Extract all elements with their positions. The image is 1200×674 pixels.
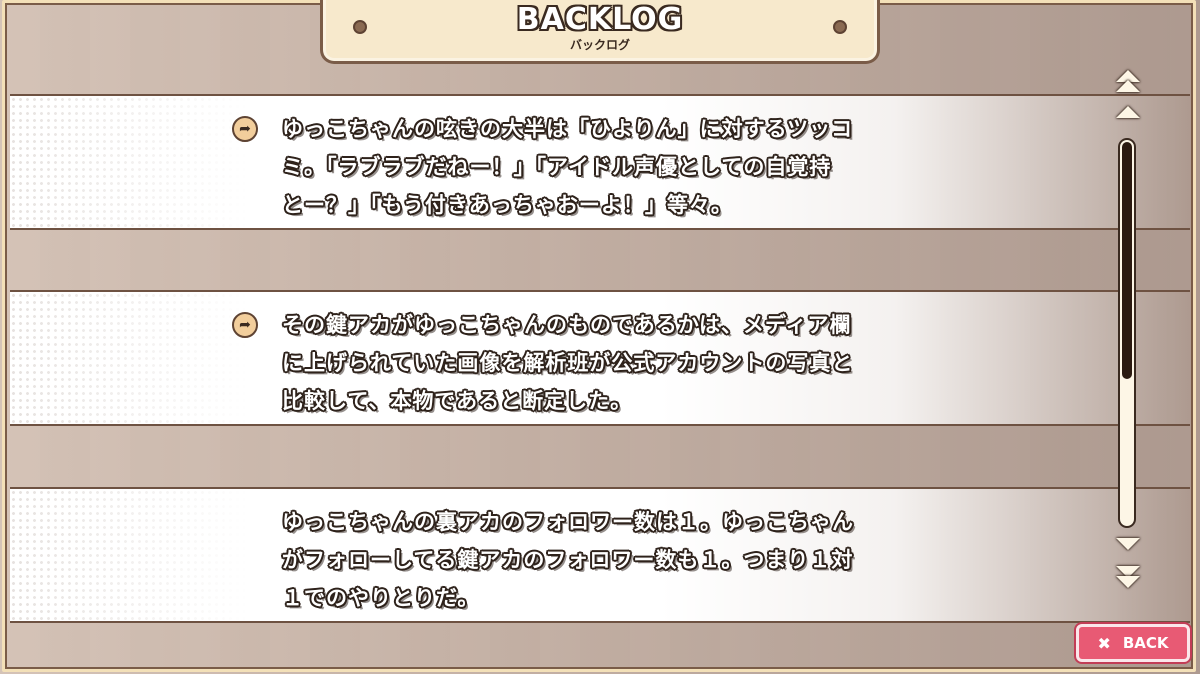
entry-line: ミ。「ラブラブだねー！」「アイドル声優としての自覚持: [282, 155, 832, 179]
entry-text: ゆっこちゃんの呟きの大半は「ひよりん」に対するツッコ ミ。「ラブラブだねー！」「…: [282, 110, 942, 224]
close-icon: ✖: [1097, 633, 1111, 653]
entry-line: １でのやりとりだ。: [282, 586, 480, 610]
backlog-header: BACKLOG バックログ: [320, 0, 880, 64]
backlog-entry[interactable]: ゆっこちゃんの裏アカのフォロワー数は１。ゆっこちゃん がフォローしてる鍵アカのフ…: [10, 487, 1190, 623]
double-chevron-up-icon-lower: [1116, 80, 1140, 92]
entry-line: ゆっこちゃんの裏アカのフォロワー数は１。ゆっこちゃん: [282, 510, 854, 534]
entry-line: がフォローしてる鍵アカのフォロワー数も１。つまり１対: [282, 548, 854, 572]
double-chevron-down-icon-lower: [1116, 576, 1140, 588]
back-button-label: BACK: [1122, 634, 1169, 652]
scroll-to-top-button[interactable]: [1114, 70, 1142, 92]
voice-replay-icon[interactable]: ➦: [232, 312, 258, 338]
page-subtitle: バックログ: [569, 38, 630, 52]
entry-text: ゆっこちゃんの裏アカのフォロワー数は１。ゆっこちゃん がフォローしてる鍵アカのフ…: [282, 503, 942, 617]
backlog-entry[interactable]: ➦ ゆっこちゃんの呟きの大半は「ひよりん」に対するツッコ ミ。「ラブラブだねー！…: [10, 94, 1190, 230]
scroll-to-bottom-button[interactable]: [1114, 566, 1142, 588]
scroll-down-button[interactable]: [1114, 536, 1142, 558]
entry-line: 比較して、本物であると断定した。: [282, 389, 633, 413]
entry-line: とー？」「もう付きあっちゃおーよ！」等々。: [282, 193, 733, 217]
scroll-up-button[interactable]: [1114, 104, 1142, 126]
entry-line: に上げられていた画像を解析班が公式アカウントの写真と: [282, 351, 854, 375]
page-title: BACKLOG: [516, 2, 684, 37]
back-button[interactable]: ✖ BACK: [1076, 624, 1190, 662]
entry-line: その鍵アカがゆっこちゃんのものであるかは、メディア欄: [282, 313, 852, 337]
backlog-entry[interactable]: ➦ その鍵アカがゆっこちゃんのものであるかは、メディア欄 に上げられていた画像を…: [10, 290, 1190, 426]
voice-replay-icon[interactable]: ➦: [232, 116, 258, 142]
entry-text: その鍵アカがゆっこちゃんのものであるかは、メディア欄 に上げられていた画像を解析…: [282, 306, 942, 420]
scrollbar-thumb[interactable]: [1122, 142, 1132, 379]
entry-line: ゆっこちゃんの呟きの大半は「ひよりん」に対するツッコ: [282, 117, 854, 141]
chevron-down-icon: [1116, 538, 1140, 550]
chevron-up-icon: [1116, 106, 1140, 118]
scrollbar-track[interactable]: [1118, 138, 1136, 528]
